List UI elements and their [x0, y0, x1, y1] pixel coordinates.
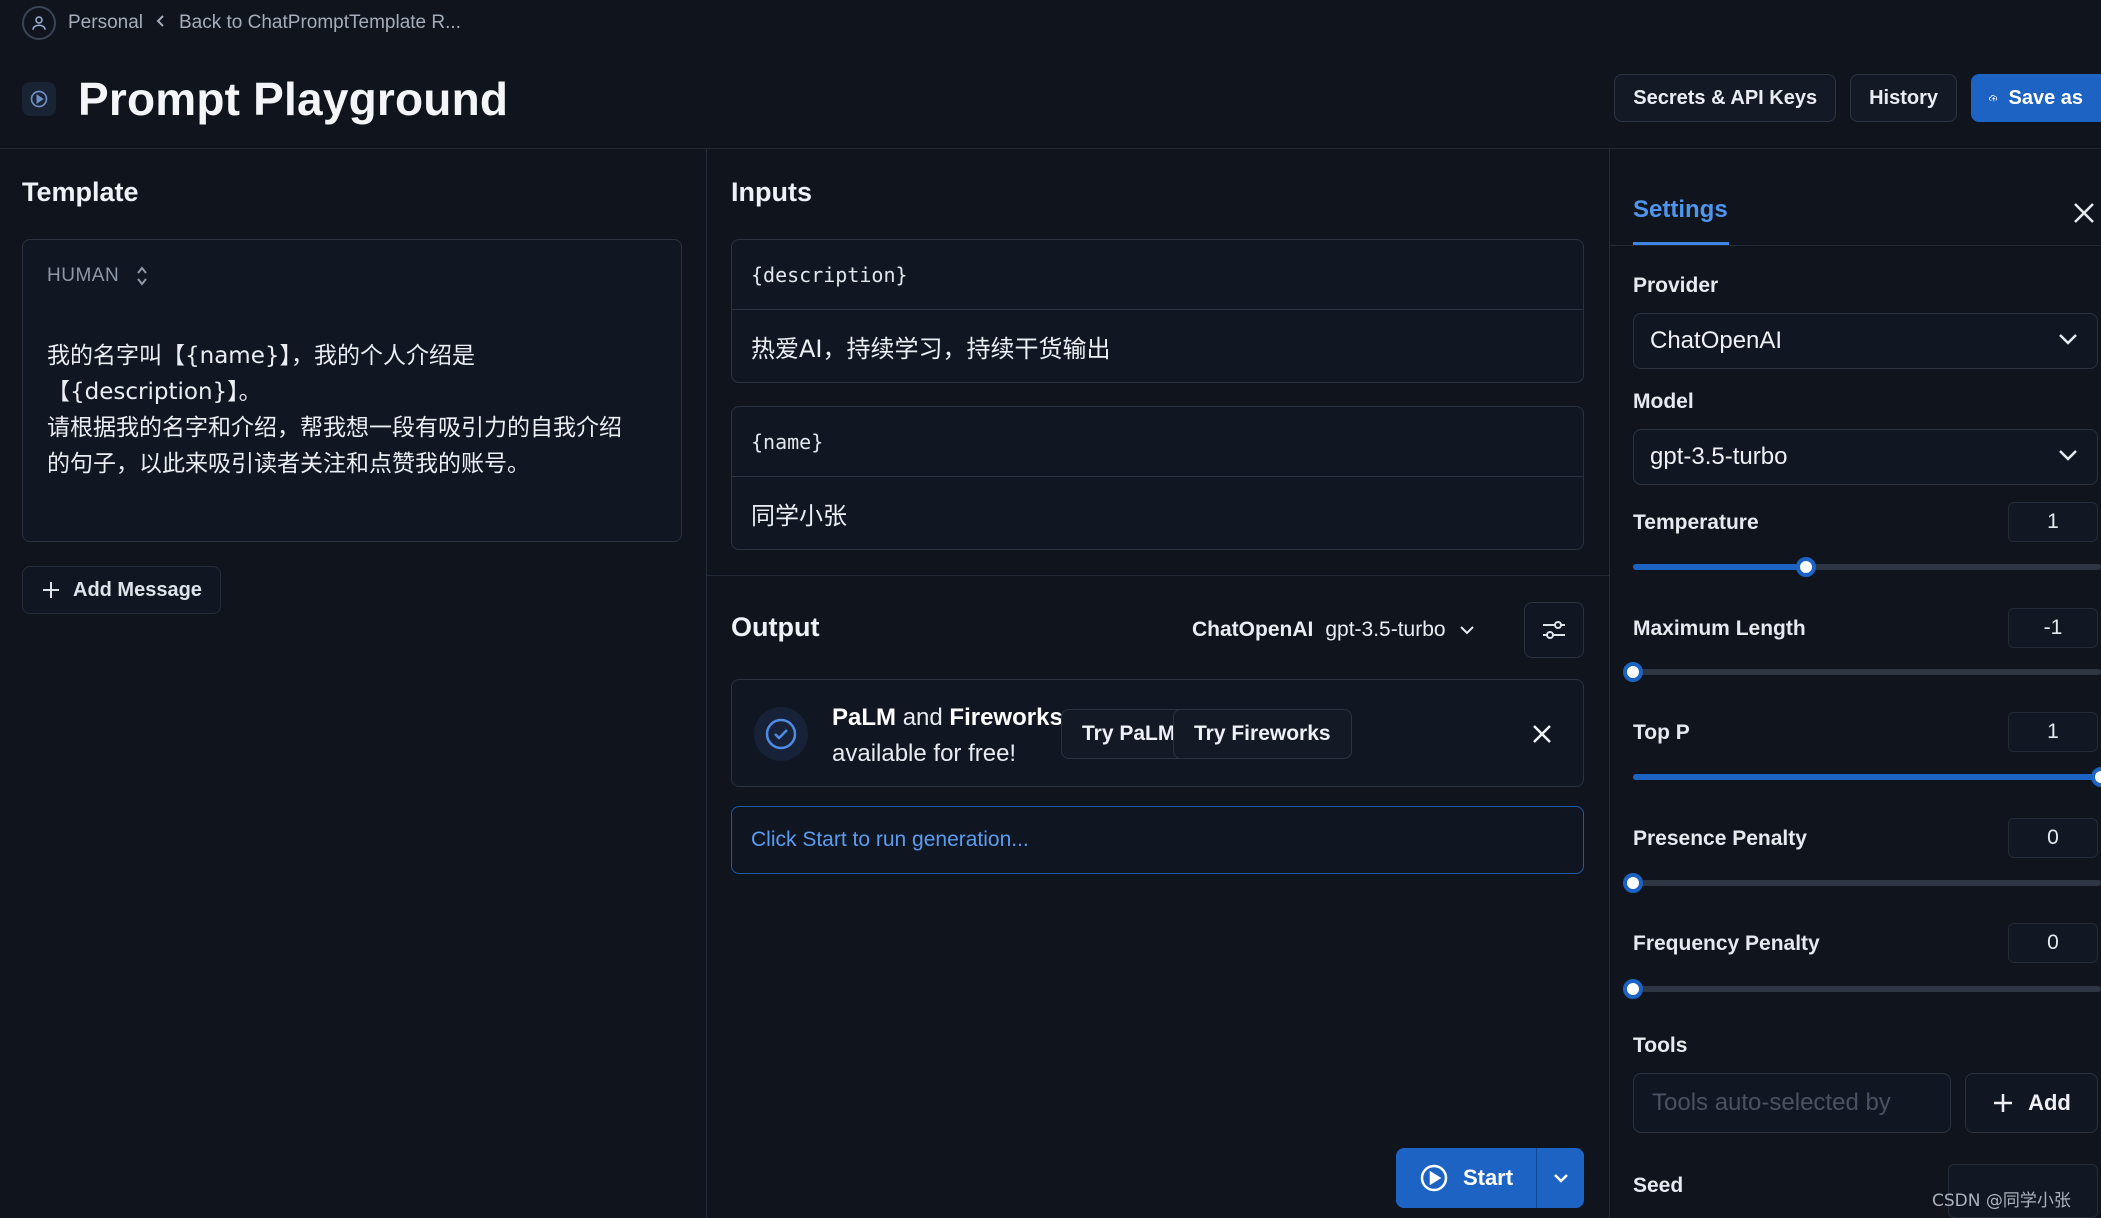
- presence-penalty-label: Presence Penalty: [1633, 827, 1807, 850]
- settings-divider: [1610, 245, 2101, 246]
- page-header: Prompt Playground: [22, 68, 508, 130]
- temperature-label: Temperature: [1633, 511, 1759, 534]
- plus-icon: [43, 582, 59, 598]
- maximum-length-value[interactable]: -1: [2008, 608, 2098, 648]
- promo-available: available for free!: [832, 740, 1017, 767]
- top-p-slider[interactable]: [1633, 766, 2101, 788]
- watermark: CSDN @同学小张: [1932, 1191, 2071, 1211]
- add-tool-label: Add: [2028, 1090, 2071, 1115]
- input-variable-value[interactable]: 热爱AI，持续学习，持续干货输出: [732, 310, 1583, 382]
- promo-name-palm: PaLM: [832, 704, 897, 731]
- output-heading: Output: [731, 612, 820, 642]
- provider-value: ChatOpenAI: [1650, 327, 1783, 354]
- seed-label: Seed: [1633, 1174, 1684, 1197]
- slider-thumb[interactable]: [1796, 557, 1817, 577]
- maximum-length-label: Maximum Length: [1633, 617, 1806, 640]
- sliders-icon: [1543, 621, 1565, 639]
- provider-label: Provider: [1633, 274, 1719, 297]
- slider-thumb[interactable]: [1623, 873, 1643, 893]
- temperature-slider[interactable]: [1633, 556, 2101, 578]
- chevron-down-icon: [1459, 626, 1474, 635]
- sort-icon: [137, 266, 147, 286]
- template-text[interactable]: 我的名字叫【{name}】，我的个人介绍是 【{description}】。 请…: [47, 338, 659, 482]
- template-heading: Template: [22, 177, 139, 207]
- chevron-left-icon: [155, 12, 167, 34]
- inputs-heading: Inputs: [731, 177, 812, 207]
- close-icon[interactable]: [2071, 200, 2097, 226]
- try-fireworks-button[interactable]: Try Fireworks: [1173, 709, 1352, 759]
- frequency-penalty-value[interactable]: 0: [2008, 923, 2098, 963]
- add-message-label: Add Message: [73, 578, 202, 601]
- tools-select[interactable]: Tools auto-selected by: [1633, 1073, 1951, 1133]
- start-button-group: Start: [1396, 1148, 1584, 1208]
- provider-select[interactable]: ChatOpenAI: [1633, 313, 2098, 369]
- input-variable-name: {description}: [732, 240, 1583, 310]
- back-link[interactable]: Back to ChatPromptTemplate R...: [179, 12, 461, 34]
- role-label: HUMAN: [47, 265, 120, 286]
- header-divider: [0, 148, 2101, 149]
- breadcrumb-workspace[interactable]: Personal: [68, 12, 143, 34]
- promo-name-fireworks: Fireworks: [949, 704, 1063, 731]
- user-icon[interactable]: [22, 6, 56, 40]
- start-button[interactable]: Start: [1396, 1148, 1536, 1208]
- column-divider: [1609, 149, 1610, 1218]
- column-divider: [706, 149, 707, 1218]
- promo-and: and: [902, 704, 943, 731]
- check-circle-icon: [754, 707, 808, 761]
- model-label: Model: [1633, 390, 1694, 413]
- input-variable-card: {description} 热爱AI，持续学习，持续干货输出: [731, 239, 1584, 383]
- start-label: Start: [1462, 1165, 1514, 1190]
- save-as-label: Save as: [2008, 86, 2083, 109]
- temperature-value[interactable]: 1: [2008, 502, 2098, 542]
- input-variable-name: {name}: [732, 407, 1583, 477]
- chevron-down-icon: [1553, 1174, 1568, 1183]
- model-value: gpt-3.5-turbo: [1650, 443, 1788, 470]
- input-variable-value[interactable]: 同学小张: [732, 477, 1583, 549]
- top-p-value[interactable]: 1: [2008, 712, 2098, 752]
- header-actions: Secrets & API Keys History Save as: [1614, 74, 2101, 122]
- slider-thumb[interactable]: [2091, 767, 2101, 787]
- add-message-button[interactable]: Add Message: [22, 566, 221, 614]
- model-settings-button[interactable]: [1524, 602, 1584, 658]
- output-provider: ChatOpenAI: [1192, 618, 1314, 641]
- presence-penalty-value[interactable]: 0: [2008, 818, 2098, 858]
- top-p-label: Top P: [1633, 721, 1690, 744]
- maximum-length-slider[interactable]: [1623, 661, 2101, 683]
- save-as-button[interactable]: Save as: [1971, 74, 2101, 122]
- breadcrumb: Personal Back to ChatPromptTemplate R...: [22, 6, 461, 40]
- slider-thumb[interactable]: [1623, 979, 1643, 999]
- start-options-button[interactable]: [1536, 1148, 1584, 1208]
- model-picker[interactable]: ChatOpenAI gpt-3.5-turbo: [1192, 612, 1476, 648]
- add-tool-button[interactable]: Add: [1965, 1073, 2098, 1133]
- role-selector[interactable]: HUMAN: [47, 264, 149, 288]
- presence-penalty-slider[interactable]: [1623, 872, 2101, 894]
- tools-label: Tools: [1633, 1034, 1688, 1057]
- tools-placeholder: Tools auto-selected by: [1652, 1089, 1891, 1116]
- message-editor[interactable]: HUMAN 我的名字叫【{name}】，我的个人介绍是 【{descriptio…: [22, 239, 682, 542]
- history-button[interactable]: History: [1850, 74, 1957, 122]
- plus-icon: [1994, 1094, 2013, 1112]
- play-circle-icon: [1420, 1164, 1448, 1192]
- output-model: gpt-3.5-turbo: [1325, 618, 1446, 641]
- secrets-button[interactable]: Secrets & API Keys: [1614, 74, 1837, 122]
- playground-icon: [22, 82, 56, 116]
- generation-placeholder: Click Start to run generation...: [731, 806, 1584, 874]
- tab-settings[interactable]: Settings: [1633, 196, 1728, 224]
- chevron-down-icon: [2059, 450, 2077, 461]
- frequency-penalty-slider[interactable]: [1623, 978, 2101, 1000]
- input-variable-card: {name} 同学小张: [731, 406, 1584, 550]
- promo-banner: PaLM and Fireworks now available for fre…: [731, 679, 1584, 787]
- frequency-penalty-label: Frequency Penalty: [1633, 932, 1820, 955]
- page-title: Prompt Playground: [78, 73, 509, 125]
- model-select[interactable]: gpt-3.5-turbo: [1633, 429, 2098, 485]
- cloud-upload-icon: [1989, 95, 1998, 102]
- chevron-down-icon: [2059, 334, 2077, 345]
- slider-thumb[interactable]: [1623, 662, 1643, 682]
- close-icon[interactable]: [1528, 720, 1556, 748]
- section-divider: [707, 575, 1610, 576]
